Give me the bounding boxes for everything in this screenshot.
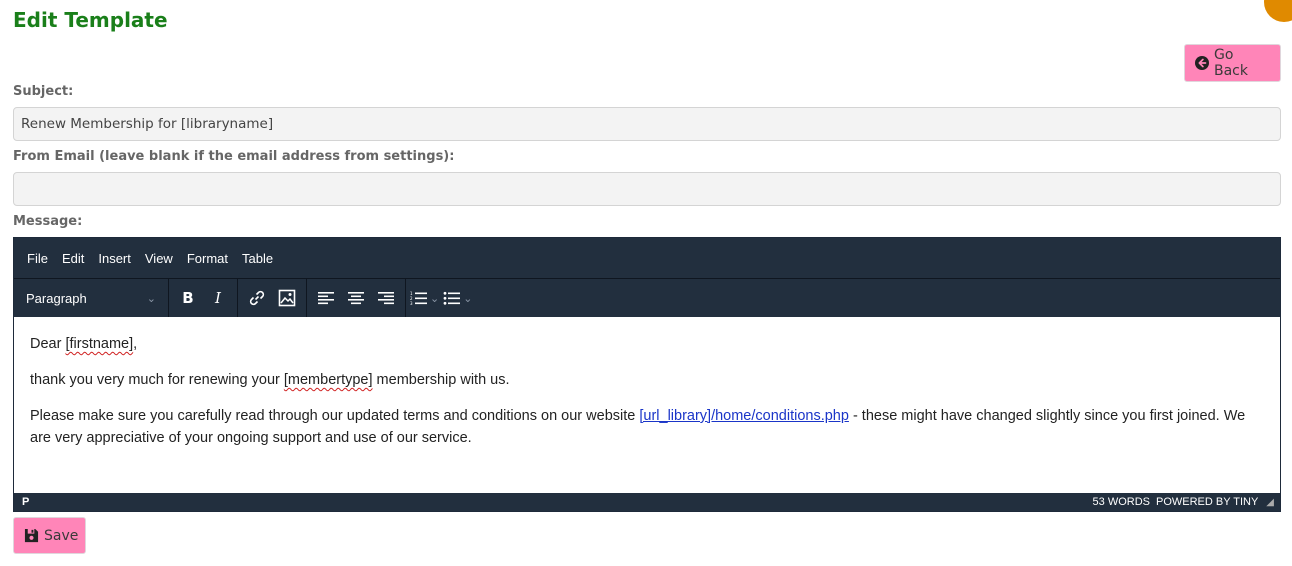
content-paragraph: thank you very much for renewing your [m… — [30, 369, 1264, 391]
element-path[interactable]: P — [22, 496, 29, 508]
placeholder-token: [firstname] — [65, 336, 134, 352]
chevron-down-icon[interactable]: ⌄ — [430, 292, 439, 305]
image-button[interactable] — [272, 283, 302, 313]
message-label: Message: — [13, 214, 83, 229]
save-button[interactable]: Save — [13, 517, 86, 554]
align-right-button[interactable] — [371, 283, 401, 313]
svg-text:3: 3 — [410, 301, 413, 305]
numbered-list-button[interactable]: 123 ⌄ — [410, 283, 443, 313]
menu-file[interactable]: File — [20, 251, 55, 266]
save-label: Save — [44, 527, 79, 544]
content-paragraph: Dear [firstname], — [30, 333, 1264, 355]
text: Please make sure you carefully read thro… — [30, 408, 640, 424]
subject-input[interactable]: Renew Membership for [libraryname] — [13, 107, 1281, 141]
block-format-value: Paragraph — [26, 290, 87, 306]
chevron-down-icon[interactable]: ⌄ — [463, 292, 472, 305]
menu-table[interactable]: Table — [235, 251, 280, 266]
editor-content-area[interactable]: Dear [firstname], thank you very much fo… — [14, 317, 1280, 493]
bold-button[interactable]: B — [173, 283, 203, 313]
italic-icon: I — [215, 289, 221, 307]
numbered-list-icon: 123 — [410, 291, 428, 305]
image-icon — [278, 289, 296, 307]
link-button[interactable] — [242, 283, 272, 313]
conditions-link[interactable]: [url_library]/home/conditions.php — [639, 408, 849, 424]
align-left-button[interactable] — [311, 283, 341, 313]
align-left-icon — [317, 291, 335, 305]
text: membership with us. — [372, 372, 510, 388]
placeholder-token: [membertype] — [283, 372, 373, 388]
menu-edit[interactable]: Edit — [55, 251, 91, 266]
go-back-label: Go Back — [1214, 47, 1248, 79]
word-count[interactable]: 53 WORDS — [1093, 496, 1150, 508]
powered-by-link[interactable]: POWERED BY TINY — [1156, 496, 1258, 508]
editor-toolbar: Paragraph ⌄ B I 1 2 3 ⌄ ⌄ — [14, 278, 1280, 317]
align-center-button[interactable] — [341, 283, 371, 313]
go-back-button[interactable]: Go Back — [1184, 44, 1281, 82]
editor-statusbar: P 53 WORDS POWERED BY TINY ◢ — [14, 493, 1280, 511]
align-right-icon — [377, 291, 395, 305]
text: thank you very much for renewing your — [30, 372, 284, 388]
from-email-input[interactable] — [13, 172, 1281, 206]
bullet-list-icon — [443, 291, 461, 305]
rich-text-editor: File Edit Insert View Format Table Parag… — [13, 237, 1281, 512]
block-format-select[interactable]: Paragraph ⌄ — [18, 283, 164, 313]
bullet-list-button[interactable]: ⌄ — [443, 283, 476, 313]
subject-value: Renew Membership for [libraryname] — [21, 116, 274, 132]
floppy-disk-icon — [24, 528, 39, 543]
bold-icon: B — [182, 289, 194, 307]
text: Dear — [30, 336, 66, 352]
user-avatar[interactable] — [1264, 0, 1292, 22]
editor-menubar: File Edit Insert View Format Table — [14, 238, 1280, 278]
from-email-label: From Email (leave blank if the email add… — [13, 149, 455, 164]
resize-handle-icon[interactable]: ◢ — [1266, 497, 1274, 508]
chevron-down-icon: ⌄ — [146, 292, 156, 305]
text: , — [133, 336, 138, 352]
menu-view[interactable]: View — [138, 251, 180, 266]
menu-format[interactable]: Format — [180, 251, 235, 266]
page-title: Edit Template — [13, 8, 168, 32]
link-icon — [248, 289, 266, 307]
arrow-circle-left-icon — [1195, 56, 1209, 70]
subject-label: Subject: — [13, 84, 74, 99]
align-center-icon — [347, 291, 365, 305]
content-paragraph: Please make sure you carefully read thro… — [30, 405, 1264, 449]
italic-button[interactable]: I — [203, 283, 233, 313]
menu-insert[interactable]: Insert — [91, 251, 138, 266]
